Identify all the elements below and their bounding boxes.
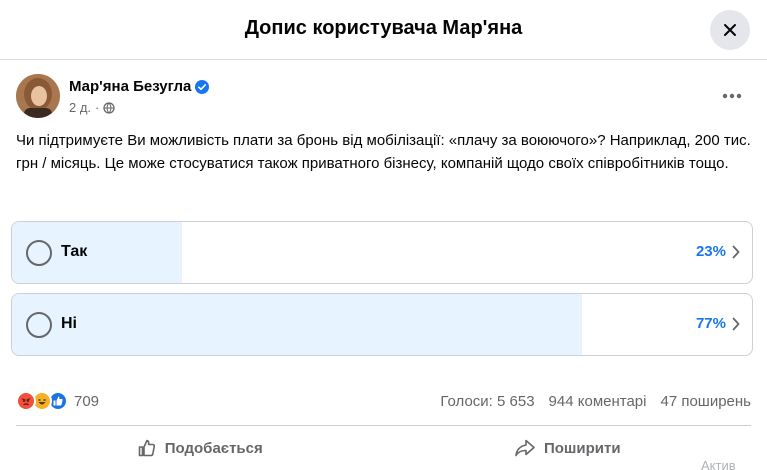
verified-badge-icon bbox=[195, 79, 210, 94]
meta-separator: · bbox=[95, 100, 100, 115]
author-line: Мар'яна Безугла bbox=[69, 78, 210, 95]
poll-option-percent: 23% bbox=[695, 243, 726, 260]
dialog-title: Допис користувача Мар'яна bbox=[244, 17, 523, 39]
reactions-summary[interactable]: 709 bbox=[16, 391, 99, 411]
engagement-counts: Голоси: 5 653 944 коментарі 47 поширень bbox=[440, 393, 751, 410]
like-button[interactable]: Подобається bbox=[16, 428, 384, 468]
votes-count[interactable]: Голоси: 5 653 bbox=[440, 393, 534, 410]
poll-option-label: Ні bbox=[61, 315, 77, 332]
angry-reaction-icon bbox=[16, 391, 36, 411]
share-label: Поширити bbox=[543, 439, 621, 457]
more-options-button[interactable] bbox=[716, 80, 748, 112]
comments-count[interactable]: 944 коментарі bbox=[549, 393, 647, 410]
like-label: Подобається bbox=[164, 439, 263, 457]
activation-watermark: Актив bbox=[701, 458, 736, 470]
post-header: Мар'яна Безугла 2 д. · bbox=[16, 72, 751, 120]
post-stats: 709 Голоси: 5 653 944 коментарі 47 пошир… bbox=[16, 391, 751, 415]
poll-option-no[interactable]: Ні 77% bbox=[11, 293, 753, 356]
poll-option-fill bbox=[12, 294, 582, 355]
poll-radio[interactable] bbox=[26, 240, 52, 266]
avatar-image bbox=[16, 74, 60, 118]
more-icon bbox=[722, 93, 742, 99]
globe-icon bbox=[103, 101, 116, 114]
avatar[interactable] bbox=[16, 74, 60, 118]
actions-divider bbox=[16, 425, 751, 426]
poll-option-percent: 77% bbox=[695, 315, 726, 332]
post-text: Чи підтримуєте Ви можливість плати за бр… bbox=[16, 132, 751, 172]
share-icon bbox=[515, 439, 535, 457]
close-button[interactable] bbox=[710, 10, 750, 50]
poll-option-label: Так bbox=[61, 243, 88, 260]
post-meta: 2 д. · bbox=[69, 100, 116, 115]
poll-option-yes[interactable]: Так 23% bbox=[11, 221, 753, 284]
share-button[interactable]: Поширити bbox=[384, 428, 752, 468]
chevron-right-icon bbox=[732, 245, 740, 259]
post-actions: Подобається Поширити bbox=[16, 428, 751, 468]
close-icon bbox=[724, 24, 736, 36]
shares-count[interactable]: 47 поширень bbox=[660, 393, 751, 410]
chevron-right-icon bbox=[732, 317, 740, 331]
poll-radio[interactable] bbox=[26, 312, 52, 338]
post-time[interactable]: 2 д. bbox=[69, 100, 91, 115]
like-icon bbox=[138, 439, 155, 457]
dialog-header: Допис користувача Мар'яна bbox=[0, 0, 767, 60]
reactions-count: 709 bbox=[74, 392, 100, 410]
author-name[interactable]: Мар'яна Безугла bbox=[69, 78, 191, 95]
